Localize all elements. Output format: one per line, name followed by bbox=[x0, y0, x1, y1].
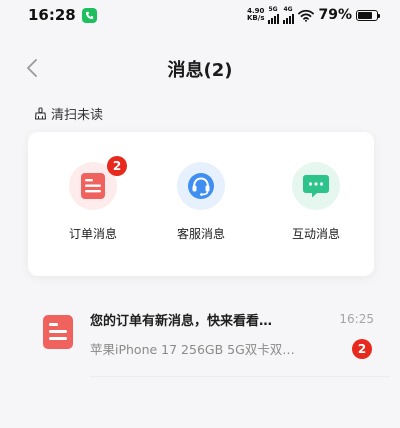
customer-service-icon bbox=[177, 162, 225, 210]
signal-4g-icon: 4G bbox=[283, 6, 295, 24]
network-speed-unit: KB/s bbox=[247, 14, 265, 22]
signal-4g-label: 4G bbox=[283, 6, 293, 13]
status-bar-left: 16:28 bbox=[28, 6, 97, 24]
phone-call-icon bbox=[81, 7, 97, 23]
battery-icon bbox=[356, 9, 380, 21]
category-label-customer-service: 客服消息 bbox=[176, 227, 225, 241]
clear-unread-label: 清扫未读 bbox=[51, 108, 104, 123]
signal-5g-label: 5G bbox=[268, 6, 278, 13]
clear-unread-button[interactable]: 清扫未读 bbox=[34, 104, 103, 123]
message-unread-badge: 2 bbox=[352, 339, 372, 359]
message-preview: 苹果iPhone 17 256GB 5G双卡双… bbox=[90, 342, 295, 357]
order-unread-badge: 2 bbox=[107, 156, 127, 176]
broom-icon bbox=[34, 107, 47, 120]
wifi-icon bbox=[298, 9, 315, 22]
order-icon: 2 bbox=[69, 156, 127, 210]
signal-5g-icon: 5G bbox=[268, 6, 280, 24]
page-title: 消息(2) bbox=[167, 60, 233, 81]
status-bar: 16:28 4.90 KB/s 5G 4G 79% bbox=[0, 0, 400, 30]
category-label-interaction: 互动消息 bbox=[291, 227, 340, 241]
nav-bar: 消息(2) bbox=[0, 50, 400, 86]
battery-percent: 79% bbox=[318, 7, 352, 23]
list-divider bbox=[90, 376, 390, 377]
message-category-card: 2 订单消息 客服消息 互动消息 bbox=[28, 132, 374, 276]
status-bar-right: 4.90 KB/s 5G 4G 79% bbox=[247, 6, 380, 24]
category-customer-service[interactable]: 客服消息 bbox=[156, 162, 246, 242]
category-interaction-messages[interactable]: 互动消息 bbox=[271, 162, 361, 242]
message-time: 16:25 bbox=[339, 312, 374, 326]
order-icon bbox=[42, 314, 74, 350]
message-list-item[interactable]: 您的订单有新消息，快来看看… 苹果iPhone 17 256GB 5G双卡双… … bbox=[0, 296, 400, 377]
status-time: 16:28 bbox=[28, 6, 76, 24]
network-speed: 4.90 KB/s bbox=[247, 8, 264, 22]
category-order-messages[interactable]: 2 订单消息 bbox=[48, 156, 138, 242]
chat-bubble-icon bbox=[292, 162, 340, 210]
message-title: 您的订单有新消息，快来看看… bbox=[90, 314, 273, 329]
category-label-order: 订单消息 bbox=[68, 227, 117, 241]
